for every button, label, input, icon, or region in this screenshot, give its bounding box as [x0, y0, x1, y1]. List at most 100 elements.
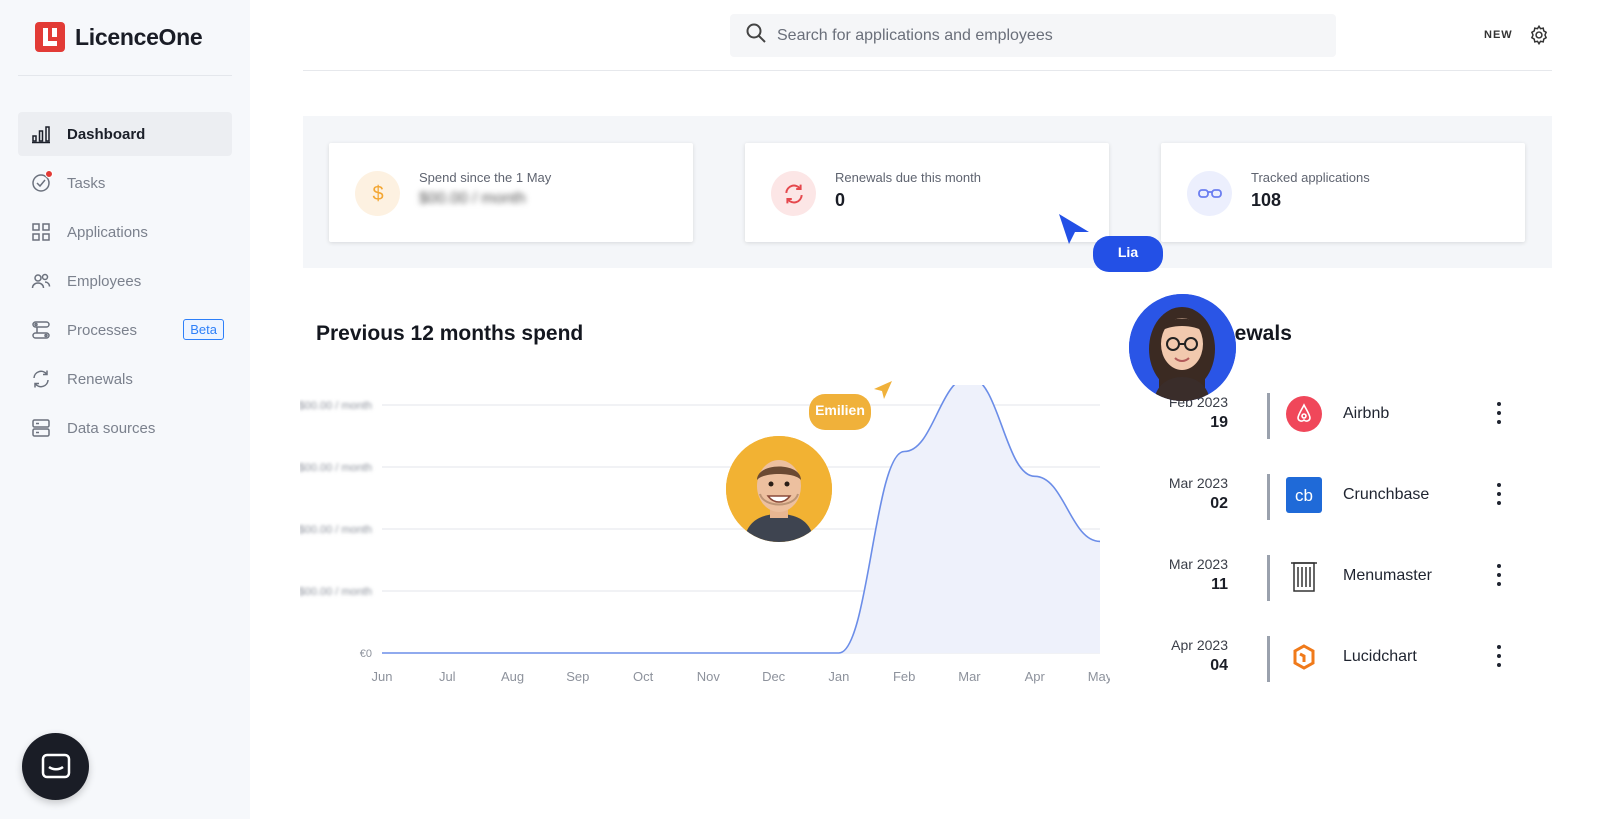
avatar — [1129, 294, 1236, 401]
renewal-divider — [1267, 474, 1270, 520]
x-tick-label: Apr — [1025, 669, 1046, 684]
sidebar-item-label: Data sources — [67, 419, 156, 437]
stat-label: Tracked applications — [1251, 170, 1370, 185]
renewal-app-name[interactable]: Crunchbase — [1343, 486, 1429, 504]
header-divider — [303, 70, 1552, 71]
renewal-day: 11 — [1211, 576, 1228, 593]
renewal-row[interactable]: Apr 2023 04 Lucidchart — [1171, 633, 1510, 693]
renewal-month: Mar 2023 — [1168, 556, 1228, 572]
renewal-month: Apr 2023 — [1171, 637, 1228, 653]
more-menu-icon[interactable] — [1494, 643, 1504, 669]
sidebar-item-dashboard[interactable]: Dashboard — [18, 112, 232, 156]
refresh-icon — [30, 368, 52, 390]
grid-icon — [30, 221, 52, 243]
y-tick-label: $00.00 / month — [300, 462, 372, 474]
stat-value: 0 — [835, 190, 846, 210]
sidebar-item-employees[interactable]: Employees — [18, 259, 232, 303]
chart-title: Previous 12 months spend — [316, 322, 584, 345]
search-icon — [745, 22, 767, 49]
sidebar-item-label: Tasks — [67, 174, 106, 192]
svg-text:$: $ — [372, 183, 383, 205]
notification-dot — [45, 170, 53, 178]
renewal-row[interactable]: Mar 2023 11 Menumaster — [1169, 552, 1510, 612]
gear-icon[interactable] — [1528, 24, 1550, 46]
renewal-app-name[interactable]: Lucidchart — [1343, 648, 1417, 666]
x-tick-label: Dec — [762, 669, 786, 684]
stats-panel: $ Spend since the 1 May $00.00 / month R… — [303, 116, 1552, 268]
renewal-app-name[interactable]: Menumaster — [1343, 567, 1432, 585]
renewal-row[interactable]: Mar 2023 02 cb Crunchbase — [1169, 471, 1510, 531]
stat-card-renewals[interactable]: Renewals due this month 0 — [745, 143, 1109, 242]
licenceone-logo-icon — [35, 22, 65, 52]
sidebar-item-data-sources[interactable]: Data sources — [18, 406, 232, 450]
sidebar-item-applications[interactable]: Applications — [18, 210, 232, 254]
sidebar-item-renewals[interactable]: Renewals — [18, 357, 232, 401]
search-input[interactable] — [777, 26, 1317, 45]
cursor-pointer-icon — [1059, 214, 1089, 244]
x-tick-label: Feb — [893, 669, 915, 684]
sidebar-item-processes[interactable]: Processes Beta — [18, 308, 232, 352]
menumaster-logo-icon — [1286, 558, 1322, 594]
chat-launcher-button[interactable] — [22, 733, 89, 800]
x-tick-label: Jan — [828, 669, 849, 684]
avatar — [726, 436, 832, 542]
stat-value: $00.00 / month — [419, 190, 526, 207]
x-tick-label: Sep — [566, 669, 589, 684]
airbnb-logo-icon — [1286, 396, 1322, 432]
renewal-row[interactable]: Feb 2023 19 Airbnb — [1169, 390, 1510, 450]
sidebar-item-label: Applications — [67, 223, 148, 241]
sidebar-item-label: Employees — [67, 272, 142, 290]
crunchbase-logo-icon: cb — [1286, 477, 1322, 513]
spend-chart: €0 $00.00 / month $00.00 / month $00.00 / m… — [300, 385, 1110, 684]
stat-card-tracked-apps[interactable]: Tracked applications 108 — [1161, 143, 1525, 242]
glasses-icon — [1187, 171, 1232, 216]
x-tick-label: Jul — [439, 669, 456, 684]
x-tick-label: Nov — [697, 669, 721, 684]
renewal-divider — [1267, 555, 1270, 601]
sidebar-item-label: Dashboard — [67, 125, 146, 143]
cursor-pointer-icon — [874, 381, 892, 399]
renewal-day: 04 — [1210, 657, 1228, 674]
stat-value: 108 — [1251, 190, 1282, 210]
collaborator-name-tag: Lia — [1093, 236, 1163, 272]
database-icon — [30, 417, 52, 439]
y-tick-label: $00.00 / month — [300, 400, 372, 412]
more-menu-icon[interactable] — [1494, 400, 1504, 426]
dollar-icon: $ — [355, 171, 400, 216]
x-tick-label: Jun — [372, 669, 393, 684]
renewal-month: Mar 2023 — [1168, 475, 1228, 491]
sidebar-item-tasks[interactable]: Tasks — [18, 161, 232, 205]
chat-icon — [41, 753, 70, 778]
renewal-day: 19 — [1210, 414, 1228, 431]
new-button[interactable]: NEW — [1484, 29, 1513, 41]
x-tick-label: Oct — [633, 669, 654, 684]
renewal-divider — [1267, 393, 1270, 439]
sidebar-item-label: Processes — [67, 321, 138, 339]
stat-label: Spend since the 1 May — [419, 170, 552, 185]
lucidchart-logo-icon — [1286, 639, 1322, 675]
stat-label: Renewals due this month — [835, 170, 981, 185]
sidebar: LicenceOne Dashboard Tasks Applications — [0, 0, 250, 819]
x-tick-label: Aug — [501, 669, 524, 684]
y-tick-label: $00.00 / month — [300, 524, 372, 536]
more-menu-icon[interactable] — [1494, 562, 1504, 588]
renewal-divider — [1267, 636, 1270, 682]
app-name: LicenceOne — [75, 23, 203, 50]
users-icon — [30, 270, 52, 292]
logo[interactable]: LicenceOne — [35, 22, 203, 52]
y-tick-label: €0 — [360, 648, 372, 660]
process-icon — [30, 319, 52, 341]
sidebar-item-label: Renewals — [67, 370, 133, 388]
collaborator-name-tag: Emilien — [809, 394, 871, 430]
search-bar[interactable] — [730, 14, 1336, 57]
stat-card-spend[interactable]: $ Spend since the 1 May $00.00 / month — [329, 143, 693, 242]
y-tick-label: $00.00 / month — [300, 586, 372, 598]
beta-badge: Beta — [183, 319, 224, 340]
more-menu-icon[interactable] — [1494, 481, 1504, 507]
bar-chart-icon — [30, 123, 52, 145]
x-tick-label: Mar — [958, 669, 981, 684]
svg-text:cb: cb — [1295, 486, 1313, 505]
renewal-app-name[interactable]: Airbnb — [1343, 405, 1389, 423]
refresh-icon — [771, 171, 816, 216]
sidebar-nav: Dashboard Tasks Applications Employees P… — [18, 112, 232, 455]
